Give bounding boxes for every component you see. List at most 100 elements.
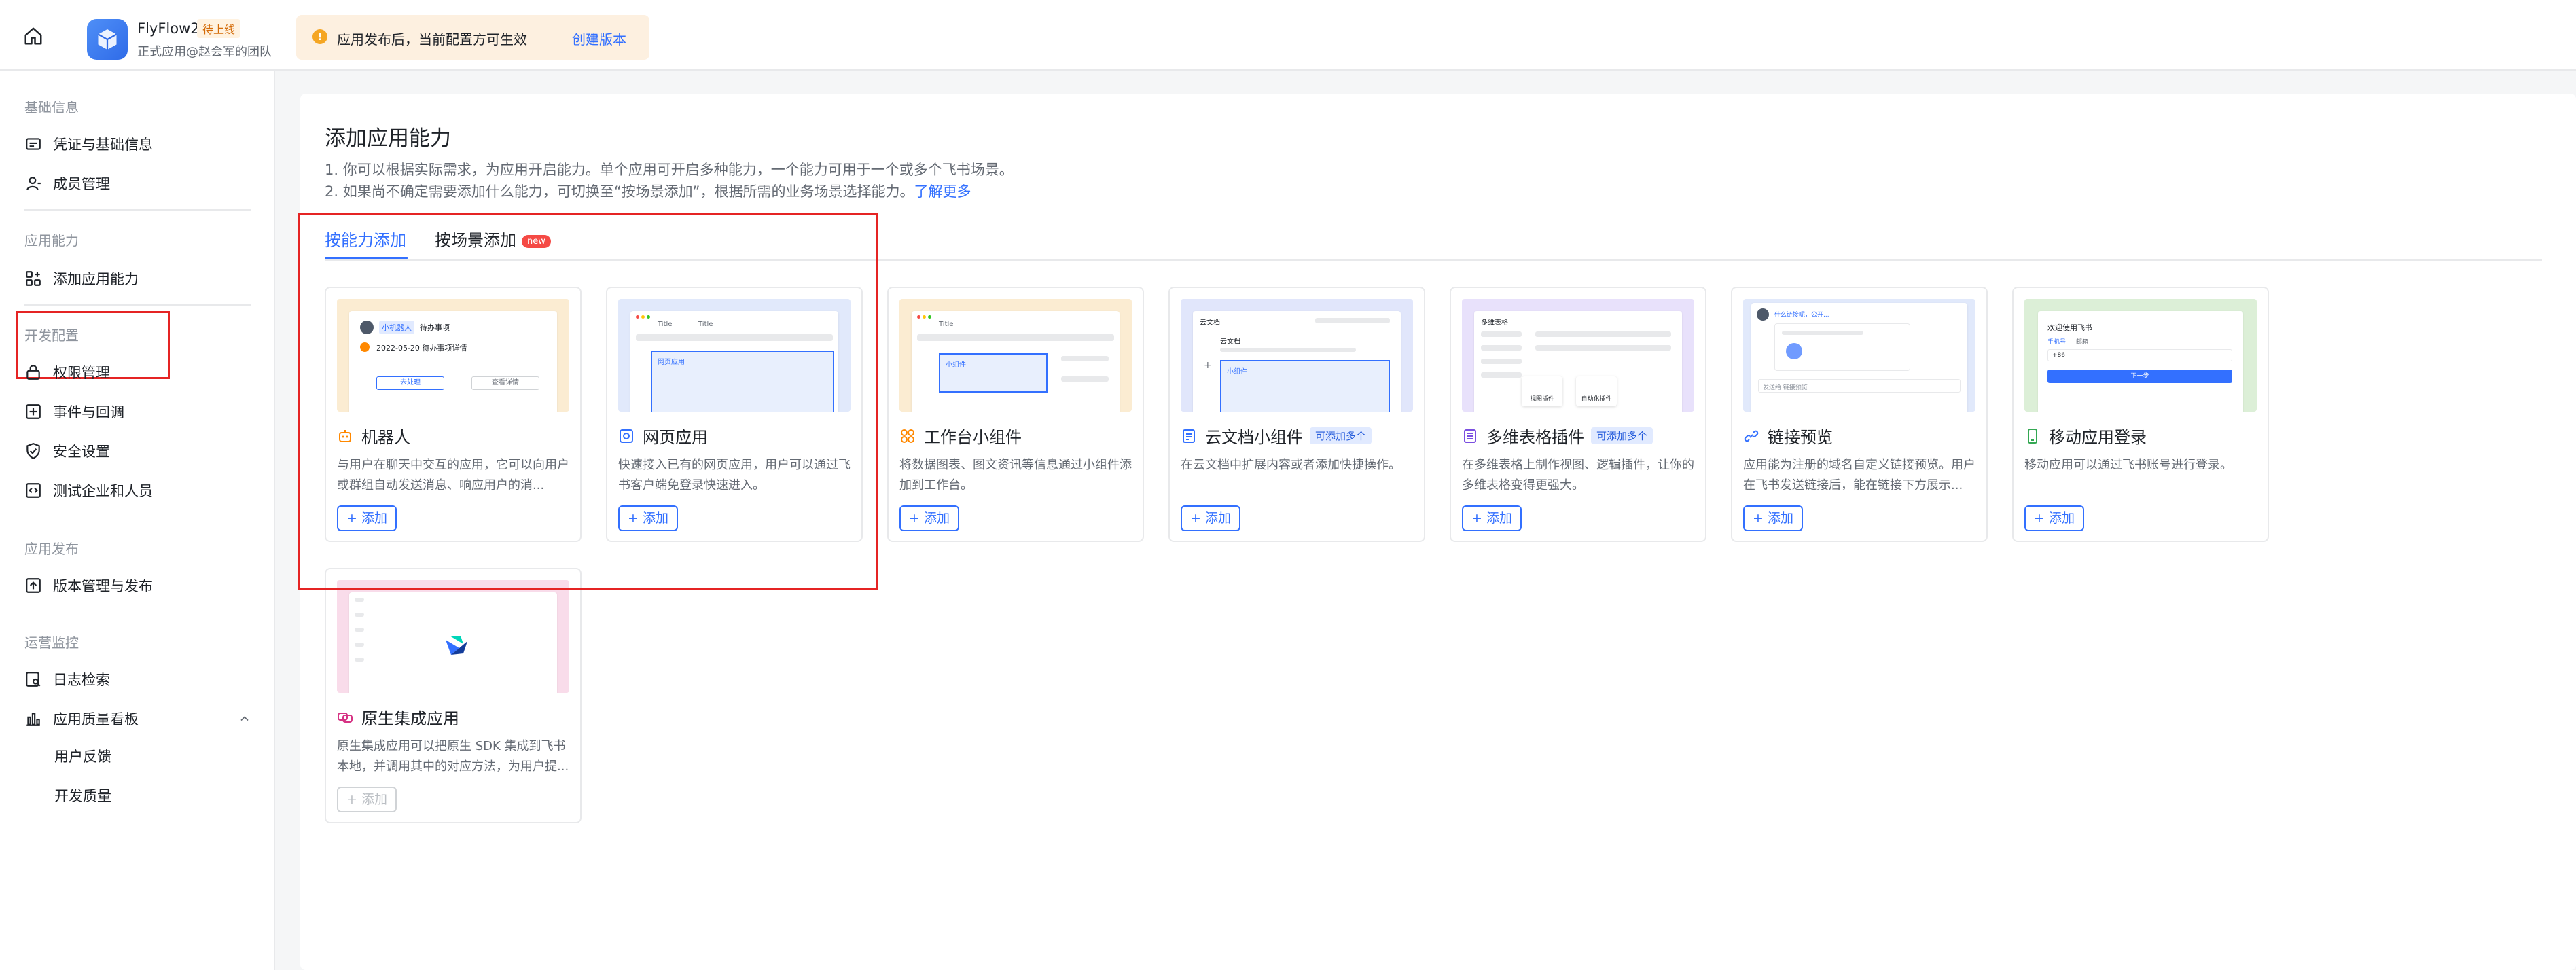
capability-card-bot[interactable]: 小机器人 待办事项 2022-05-20 待办事项详情 去处理 查看详情 机器人…	[325, 287, 582, 542]
widget-icon	[901, 429, 914, 443]
doc-widget-preview: 云文档 云文档 + 小组件	[1181, 299, 1413, 412]
sidebar-item-label: 应用质量看板	[53, 711, 139, 728]
tab-label: 按场景添加	[435, 231, 516, 250]
sidebar-subitem-dev-quality[interactable]: 开发质量	[54, 785, 111, 806]
add-mobile-login-button[interactable]: + 添加	[2024, 505, 2084, 531]
chevron-up-icon[interactable]	[238, 712, 251, 725]
top-bar: FlyFlow2 待上线 正式应用@赵会军的团队 ! 应用发布后，当前配置方可生…	[0, 0, 2576, 71]
sidebar-item-events[interactable]: 事件与回调	[24, 398, 124, 425]
web-app-preview: Title Title 网页应用	[618, 299, 851, 412]
sidebar-group-monitor: 运营监控	[24, 634, 79, 651]
description-line-1: 1. 你可以根据实际需求，为应用开启能力。单个应用可开启多种能力，一个能力可用于…	[325, 162, 1014, 178]
capability-card-web-app[interactable]: Title Title 网页应用 网页应用 快速接入已有的网页应用，用户可以通过…	[606, 287, 863, 542]
bitable-header: 多维表格	[1481, 319, 1508, 327]
capability-card-widget[interactable]: Title 小组件 工作台小组件 将数据图表、图文资讯等信息通过小组件添加到工作…	[887, 287, 1144, 542]
sidebar-group-capability: 应用能力	[24, 232, 79, 249]
auto-plugin-card: 自动化插件	[1576, 376, 1617, 406]
native-app-icon	[338, 712, 353, 723]
widget-preview: Title 小组件	[899, 299, 1132, 412]
bitable-preview: 多维表格 视图插件 自动化插件	[1462, 299, 1694, 412]
capability-card-native-app[interactable]: 原生集成应用 原生集成应用可以把原生 SDK 集成到飞书本地，并调用其中的对应方…	[325, 568, 582, 823]
preview-placeholder	[1481, 331, 1522, 337]
preview-placeholder	[1481, 372, 1522, 378]
add-bitable-plugin-button[interactable]: + 添加	[1462, 505, 1522, 531]
active-tab-indicator	[325, 257, 408, 259]
doc-title: 云文档	[1220, 338, 1240, 346]
sidebar-item-add-capability[interactable]: 添加应用能力	[24, 265, 139, 292]
preview-window: 云文档 云文档 + 小组件	[1193, 311, 1401, 412]
notice-text: 应用发布后，当前配置方可生效	[337, 31, 527, 48]
sidebar-item-version[interactable]: 版本管理与发布	[24, 572, 153, 599]
bot-preview: 小机器人 待办事项 2022-05-20 待办事项详情 去处理 查看详情	[337, 299, 569, 412]
bitable-plugin-icon	[1464, 429, 1476, 443]
doc-header: 云文档	[1200, 319, 1220, 327]
window-dot	[928, 315, 931, 319]
bot-task: 待办事项	[420, 323, 450, 332]
link-message: 什么链接呢，公开...	[1774, 312, 1829, 319]
preview-placeholder	[355, 613, 364, 617]
sidebar-item-test-tenant[interactable]: 测试企业和人员	[24, 477, 153, 504]
preview-window	[349, 592, 557, 693]
preview-window: 欢迎使用飞书 手机号 邮箱 +86 下一步	[2038, 311, 2243, 412]
preview-window: 小机器人 待办事项 2022-05-20 待办事项详情 去处理 查看详情	[349, 311, 557, 412]
card-title: 网页应用	[618, 424, 708, 448]
add-link-preview-button[interactable]: + 添加	[1743, 505, 1803, 531]
card-title: 原生集成应用	[337, 705, 459, 729]
upload-icon	[26, 578, 41, 593]
phone-input: +86	[2047, 349, 2232, 361]
preview-window: Title 小组件	[912, 311, 1120, 412]
capability-card-link-preview[interactable]: 什么链接呢，公开... 发送给 链接预览 链接预览 应用能为注册的域名自定义链接…	[1731, 287, 1988, 542]
sidebar-item-log-search[interactable]: 日志检索	[24, 666, 110, 693]
card-description: 与用户在聊天中交互的应用，它可以向用户或群组自动发送消息、响应用户的消...	[337, 458, 569, 492]
mobile-welcome: 欢迎使用飞书	[2047, 323, 2092, 332]
sidebar-subitem-feedback[interactable]: 用户反馈	[54, 746, 111, 766]
preview-placeholder	[1061, 356, 1109, 361]
native-app-preview	[337, 580, 569, 693]
sidebar-item-label: 成员管理	[53, 176, 110, 192]
feishu-logo	[446, 636, 467, 655]
window-dot	[917, 315, 920, 319]
avatar	[360, 321, 374, 334]
add-web-app-button[interactable]: + 添加	[618, 505, 678, 531]
home-icon[interactable]	[23, 26, 43, 46]
window-dot	[636, 315, 639, 319]
link-icon	[1744, 430, 1759, 442]
browser-tab: Title	[698, 321, 713, 328]
window-dot	[647, 315, 650, 319]
capability-card-doc-widget[interactable]: 云文档 云文档 + 小组件 云文档小组件 可添加多个 在云文档中扩展内容或者添加…	[1168, 287, 1425, 542]
log-search-icon	[26, 672, 41, 687]
add-bot-button[interactable]: + 添加	[337, 505, 397, 531]
sidebar-group-dev: 开发配置	[24, 327, 79, 344]
preview-placeholder	[355, 658, 364, 662]
learn-more-link[interactable]: 了解更多	[914, 183, 971, 200]
card-description: 将数据图表、图文资讯等信息通过小组件添加到工作台。	[899, 458, 1132, 492]
card-title-text: 机器人	[361, 428, 410, 447]
card-title-text: 移动应用登录	[2049, 428, 2147, 447]
create-version-link[interactable]: 创建版本	[572, 29, 626, 48]
card-title: 链接预览	[1743, 424, 1833, 448]
card-title-text: 多维表格插件	[1486, 428, 1584, 447]
sidebar-item-members[interactable]: 成员管理	[24, 170, 110, 197]
tab-by-capability[interactable]: 按能力添加	[325, 227, 406, 251]
sidebar-item-security[interactable]: 安全设置	[24, 437, 110, 465]
preview-placeholder	[1315, 318, 1390, 323]
add-native-app-button[interactable]: + 添加	[337, 787, 397, 812]
message-input: 发送给 链接预览	[1758, 379, 1961, 393]
sidebar-divider	[24, 209, 251, 211]
capability-card-bitable-plugin[interactable]: 多维表格 视图插件 自动化插件 多维表格插件 可添加多个 在多维表格上制作视图、…	[1450, 287, 1706, 542]
add-doc-widget-button[interactable]: + 添加	[1181, 505, 1240, 531]
capability-card-mobile-login[interactable]: 欢迎使用飞书 手机号 邮箱 +86 下一步 移动应用登录 移动应用可以通过飞书账…	[2012, 287, 2269, 542]
card-title-text: 链接预览	[1768, 428, 1833, 447]
card-description: 在云文档中扩展内容或者添加快捷操作。	[1181, 458, 1401, 472]
preview-window: Title Title 网页应用	[630, 311, 838, 412]
add-widget-button[interactable]: + 添加	[899, 505, 959, 531]
sidebar-item-label: 测试企业和人员	[53, 483, 153, 499]
card-title: 工作台小组件	[899, 424, 1022, 448]
sidebar-item-credentials[interactable]: 凭证与基础信息	[24, 130, 153, 158]
tab-by-scenario[interactable]: 按场景添加 new	[435, 227, 551, 251]
sidebar-item-permissions[interactable]: 权限管理	[24, 359, 110, 386]
user-icon	[26, 177, 41, 191]
app-logo	[87, 19, 128, 60]
sidebar-item-quality[interactable]: 应用质量看板	[24, 705, 251, 732]
link-preview-preview: 什么链接呢，公开... 发送给 链接预览	[1743, 299, 1975, 412]
